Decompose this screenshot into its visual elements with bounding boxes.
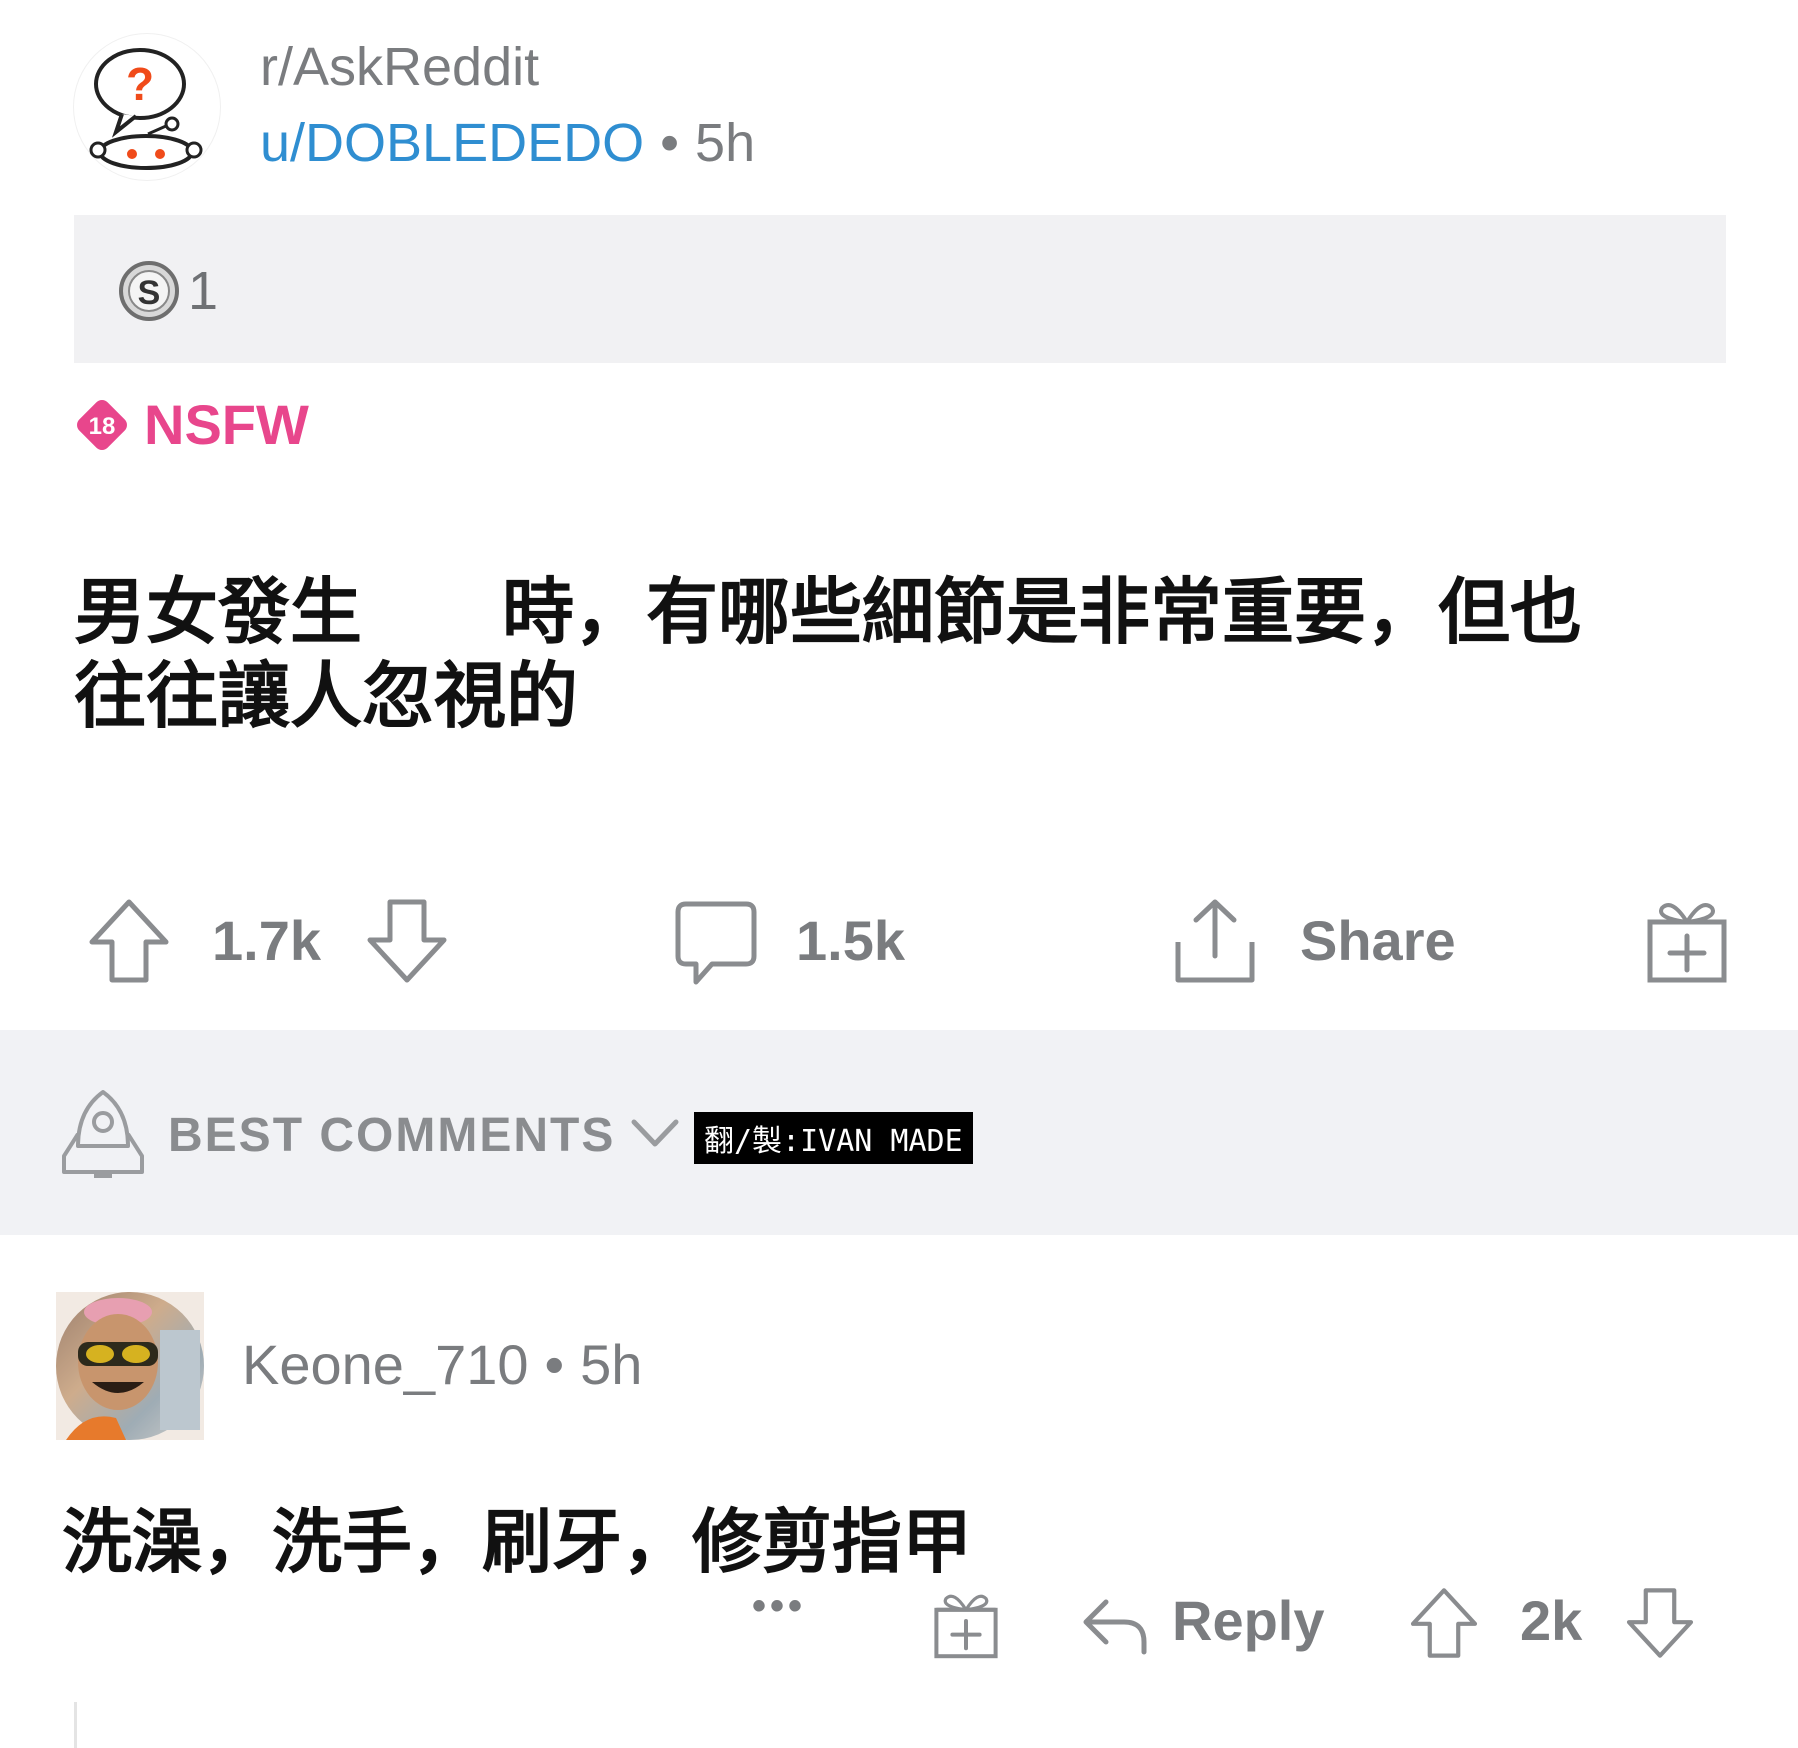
comment-body: 洗澡，洗手，刷牙，修剪指甲 xyxy=(62,1501,972,1583)
reply-arrow-icon[interactable] xyxy=(1080,1596,1150,1656)
reply-button[interactable]: Reply xyxy=(1172,1588,1325,1653)
silver-award-icon: S xyxy=(119,261,179,321)
avatar-photo-icon xyxy=(56,1292,204,1440)
comment-action-bar: ••• Reply 2k xyxy=(740,1580,1720,1680)
comment-downvote-icon[interactable] xyxy=(1624,1584,1696,1662)
subreddit-avatar[interactable]: ? xyxy=(74,34,220,180)
comment-thread-line[interactable] xyxy=(74,1702,77,1748)
post-title-part1: 男女發生 xyxy=(74,570,363,654)
comment-score: 2k xyxy=(1520,1589,1583,1652)
comment-gift-icon[interactable] xyxy=(930,1586,1002,1664)
post-time: 5h xyxy=(695,113,756,173)
svg-text:?: ? xyxy=(126,58,154,110)
downvote-icon[interactable] xyxy=(364,896,450,986)
comment-author[interactable]: Keone_710 xyxy=(242,1333,529,1396)
comment-time: 5h xyxy=(580,1333,643,1396)
award-indicator[interactable]: S 1 xyxy=(116,258,218,324)
comment-meta: Keone_710 • 5h xyxy=(242,1332,642,1397)
rocket-best-icon xyxy=(62,1090,144,1178)
share-icon[interactable] xyxy=(1170,896,1260,988)
nsfw-tag: 18 NSFW xyxy=(74,392,309,457)
gift-award-icon[interactable] xyxy=(1642,894,1732,988)
upvote-icon[interactable] xyxy=(86,896,172,986)
sort-dropdown-label[interactable]: BEST COMMENTS xyxy=(168,1108,615,1163)
comment-count: 1.5k xyxy=(796,909,905,972)
svg-text:18: 18 xyxy=(89,413,116,440)
svg-text:S: S xyxy=(138,274,161,312)
upvote-count: 1.7k xyxy=(212,909,321,972)
meta-separator: • xyxy=(660,113,680,173)
comment-upvote-icon[interactable] xyxy=(1408,1584,1480,1662)
post-action-bar: 1.7k 1.5k Share xyxy=(74,890,1734,990)
award-bar xyxy=(74,215,1726,363)
post-meta: u/DOBLEDEDO • 5h xyxy=(260,112,755,174)
award-count: 1 xyxy=(188,261,219,321)
askreddit-logo-icon: ? xyxy=(89,48,203,170)
post-author-link[interactable]: u/DOBLEDEDO xyxy=(260,113,644,173)
commenter-avatar[interactable] xyxy=(56,1292,204,1440)
translation-credit: 翻/製:IVAN MADE xyxy=(694,1112,973,1164)
nsfw-label: NSFW xyxy=(144,393,309,456)
comment-bubble-icon[interactable] xyxy=(672,898,760,988)
meta-separator: • xyxy=(544,1333,565,1396)
share-button[interactable]: Share xyxy=(1300,908,1456,973)
more-options-button[interactable]: ••• xyxy=(752,1584,806,1629)
chevron-down-icon[interactable] xyxy=(630,1116,680,1150)
post-title[interactable]: 男女發生 時，有哪些細節是非常重要，但也往往讓人忽視的 xyxy=(74,570,1634,738)
nsfw-18-icon: 18 xyxy=(77,399,127,450)
subreddit-name[interactable]: r/AskReddit xyxy=(260,36,539,98)
